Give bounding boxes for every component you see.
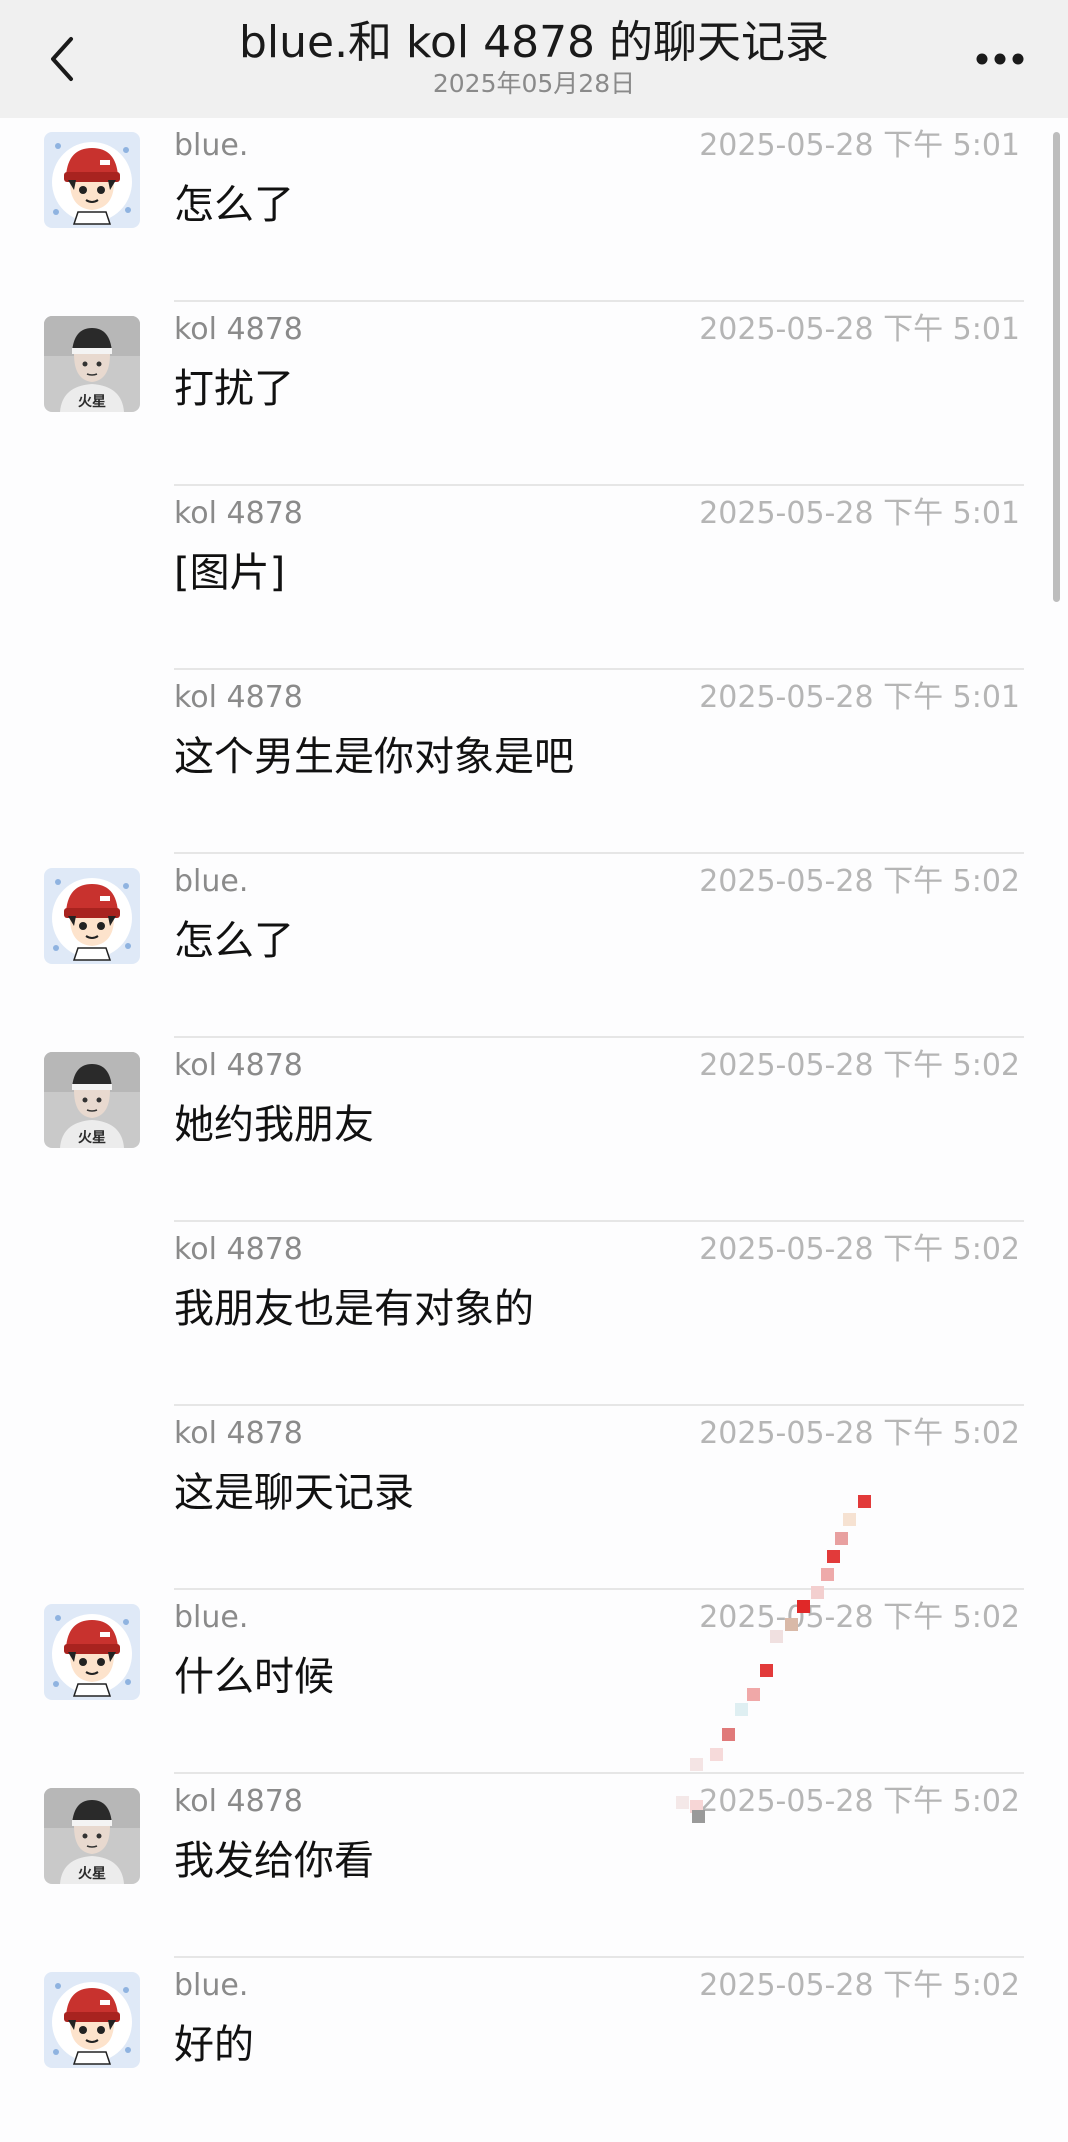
mosaic-pixel [760,1664,773,1677]
mosaic-pixel [811,1586,824,1599]
message-text[interactable]: 她约我朋友 [174,1098,374,1152]
sender-name: blue. [174,864,249,899]
svg-text:火星: 火星 [78,394,106,410]
message-timestamp: 2025-05-28 下午 5:02 [699,1048,1020,1083]
avatar[interactable]: 火星 [44,316,140,412]
avatar[interactable] [44,1604,140,1700]
message-row[interactable]: kol 4878 2025-05-28 下午 5:02 我朋友也是有对象的 [0,1222,1068,1406]
mosaic-pixel [835,1532,848,1545]
chat-history-header: blue.和 kol 4878 的聊天记录 2025年05月28日 [0,0,1068,118]
mosaic-pixel [797,1600,810,1613]
message-timestamp: 2025-05-28 下午 5:01 [699,680,1020,715]
page-title: blue.和 kol 4878 的聊天记录 [238,17,830,68]
message-timestamp: 2025-05-28 下午 5:02 [699,1968,1020,2003]
avatar[interactable]: 火星 [44,1052,140,1148]
message-row[interactable]: 火星 kol 4878 2025-05-28 下午 5:02 她约我朋友 [0,1038,1068,1222]
message-row[interactable]: blue. 2025-05-28 下午 5:02 什么时候 [0,1590,1068,1774]
avatar[interactable] [44,132,140,228]
avatar-blue [44,132,140,228]
sender-name: kol 4878 [174,1232,303,1267]
message-timestamp: 2025-05-28 下午 5:01 [699,496,1020,531]
message-timestamp: 2025-05-28 下午 5:01 [699,312,1020,347]
sender-name: kol 4878 [174,496,303,531]
chevron-left-icon [51,37,73,81]
mosaic-pixel [858,1495,871,1508]
mosaic-pixel [770,1630,783,1643]
message-text[interactable]: 我朋友也是有对象的 [174,1282,534,1336]
back-button[interactable] [34,24,90,94]
message-text[interactable]: 怎么了 [174,914,294,968]
message-timestamp: 2025-05-28 下午 5:02 [699,1416,1020,1451]
message-list[interactable]: blue. 2025-05-28 下午 5:01 怎么了 火星 kol 4878 20… [0,118,1068,2142]
message-text[interactable]: 什么时候 [174,1650,334,1704]
scrollbar[interactable] [1053,132,1060,602]
svg-text:火星: 火星 [78,1130,106,1146]
sender-name: kol 4878 [174,1048,303,1083]
sender-name: blue. [174,1600,249,1635]
mosaic-pixel [827,1550,840,1563]
avatar-kol: 火星 [44,1052,140,1148]
sender-name: kol 4878 [174,680,303,715]
sender-name: blue. [174,128,249,163]
message-row[interactable]: blue. 2025-05-28 下午 5:01 怎么了 [0,118,1068,302]
sender-name: kol 4878 [174,1416,303,1451]
message-row[interactable]: blue. 2025-05-28 下午 5:02 怎么了 [0,854,1068,1038]
sender-name: kol 4878 [174,312,303,347]
message-row[interactable]: kol 4878 2025-05-28 下午 5:01 这个男生是你对象是吧 [0,670,1068,854]
message-text[interactable]: 这是聊天记录 [174,1466,414,1520]
avatar[interactable] [44,1972,140,2068]
message-row[interactable]: kol 4878 2025-05-28 下午 5:01 [图片] [0,486,1068,670]
message-text[interactable]: 这个男生是你对象是吧 [174,730,574,784]
more-dots-icon [976,53,1024,65]
avatar-kol: 火星 [44,316,140,412]
mosaic-pixel [676,1796,689,1809]
sender-name: blue. [174,1968,249,2003]
message-text[interactable]: 怎么了 [174,178,294,232]
message-text[interactable]: [图片] [174,546,285,600]
avatar[interactable]: 火星 [44,1788,140,1884]
avatar-kol: 火星 [44,1788,140,1884]
avatar-blue [44,1972,140,2068]
svg-text:火星: 火星 [78,1866,106,1882]
mosaic-pixel [785,1618,798,1631]
message-timestamp: 2025-05-28 下午 5:02 [699,1232,1020,1267]
mosaic-pixel [735,1703,748,1716]
mosaic-pixel [710,1748,723,1761]
mosaic-pixel [843,1513,856,1526]
message-timestamp: 2025-05-28 下午 5:01 [699,128,1020,163]
message-row[interactable]: 火星 kol 4878 2025-05-28 下午 5:01 打扰了 [0,302,1068,486]
message-row[interactable]: 火星 kol 4878 2025-05-28 下午 5:02 我发给你看 [0,1774,1068,1958]
mosaic-pixel [690,1758,703,1771]
message-text[interactable]: 我发给你看 [174,1834,374,1888]
message-timestamp: 2025-05-28 下午 5:02 [699,864,1020,899]
page-date: 2025年05月28日 [432,69,636,98]
mosaic-pixel [692,1810,705,1823]
message-text[interactable]: 好的 [174,2018,254,2072]
sender-name: kol 4878 [174,1784,303,1819]
message-row[interactable]: blue. 2025-05-28 下午 5:02 好的 [0,1958,1068,2142]
mosaic-pixel [722,1728,735,1741]
message-row[interactable]: kol 4878 2025-05-28 下午 5:02 这是聊天记录 [0,1406,1068,1590]
avatar[interactable] [44,868,140,964]
mosaic-pixel [747,1688,760,1701]
mosaic-pixel [821,1568,834,1581]
message-timestamp: 2025-05-28 下午 5:02 [699,1784,1020,1819]
more-button[interactable] [968,24,1032,94]
avatar-blue [44,868,140,964]
message-text[interactable]: 打扰了 [174,362,294,416]
avatar-blue [44,1604,140,1700]
message-timestamp: 2025-05-28 下午 5:02 [699,1600,1020,1635]
